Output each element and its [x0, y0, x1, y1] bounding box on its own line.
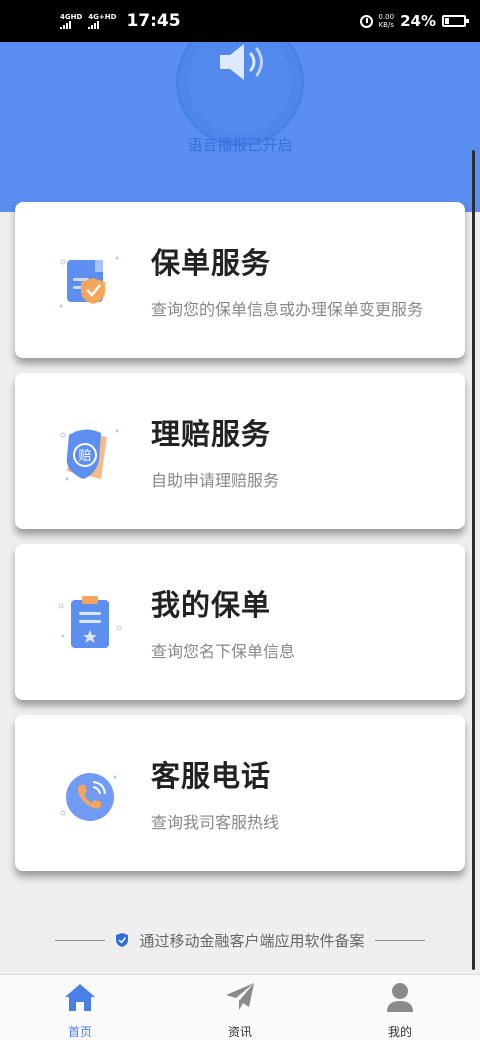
- voice-broadcast-status: 语音播报已开启: [187, 136, 293, 154]
- speed-value: 0.00: [378, 13, 395, 21]
- card-policy-service[interactable]: 保单服务 查询您的保单信息或办理保单变更服务: [15, 202, 465, 358]
- speed-unit: KB/s: [378, 21, 394, 29]
- status-bar: 4GHD 4G+HD 17:45 0.00 KB/s 24%: [0, 0, 480, 42]
- card-my-policy[interactable]: 我的保单 查询您名下保单信息: [15, 544, 465, 700]
- bottom-navigation: 首页 资讯 我的: [0, 974, 480, 1040]
- nav-label: 资讯: [227, 1025, 252, 1039]
- battery-icon: [442, 15, 469, 27]
- phone-icon: [60, 773, 117, 821]
- network-type-1: 4GHD: [60, 12, 83, 21]
- signal-indicator-1: 4GHD: [60, 12, 83, 29]
- filing-record: 通过移动金融客户端应用软件备案: [0, 928, 480, 952]
- card-description: 查询您名下保单信息: [151, 642, 296, 661]
- divider: [55, 939, 106, 941]
- status-time: 17:45: [126, 11, 181, 31]
- scrollbar[interactable]: [472, 150, 475, 970]
- divider: [374, 939, 425, 941]
- alarm-icon: [359, 14, 373, 28]
- card-title: 保单服务: [151, 246, 272, 280]
- speaker-icon: [220, 44, 263, 80]
- network-speed: 0.00 KB/s: [379, 13, 395, 29]
- nav-home[interactable]: 首页: [0, 975, 160, 1040]
- signal-indicator-2: 4G+HD: [88, 12, 117, 29]
- user-icon: [387, 983, 413, 1012]
- battery-fill: [445, 18, 449, 24]
- card-description: 自助申请理赔服务: [151, 471, 280, 490]
- claim-icon: 赔: [60, 429, 119, 481]
- card-title: 客服电话: [151, 759, 272, 793]
- policy-document-icon: [59, 256, 119, 308]
- header-banner: 语音播报已开启: [0, 42, 480, 212]
- filing-record-text: 通过移动金融客户端应用软件备案: [139, 931, 365, 950]
- network-type-2: 4G+HD: [88, 12, 117, 21]
- signal-bars-icon: [88, 20, 100, 29]
- nav-news[interactable]: 资讯: [160, 975, 320, 1040]
- card-claim-service[interactable]: 赔 理赔服务 自助申请理赔服务: [15, 373, 465, 529]
- card-customer-hotline[interactable]: 客服电话 查询我司客服热线: [15, 715, 465, 871]
- nav-mine[interactable]: 我的: [320, 975, 480, 1040]
- card-title: 我的保单: [151, 588, 272, 622]
- clipboard-icon: [58, 596, 122, 648]
- nav-label: 首页: [67, 1025, 92, 1039]
- signal-bars-icon: [60, 20, 71, 29]
- card-description: 查询我司客服热线: [151, 813, 280, 832]
- card-description: 查询您的保单信息或办理保单变更服务: [151, 300, 424, 319]
- card-title: 理赔服务: [151, 417, 272, 451]
- battery-percent: 24%: [400, 12, 436, 30]
- shield-icon: [116, 933, 129, 947]
- home-icon: [65, 984, 95, 1011]
- nav-label: 我的: [387, 1025, 412, 1039]
- svg-text:赔: 赔: [78, 449, 91, 464]
- paper-plane-icon: [226, 983, 254, 1010]
